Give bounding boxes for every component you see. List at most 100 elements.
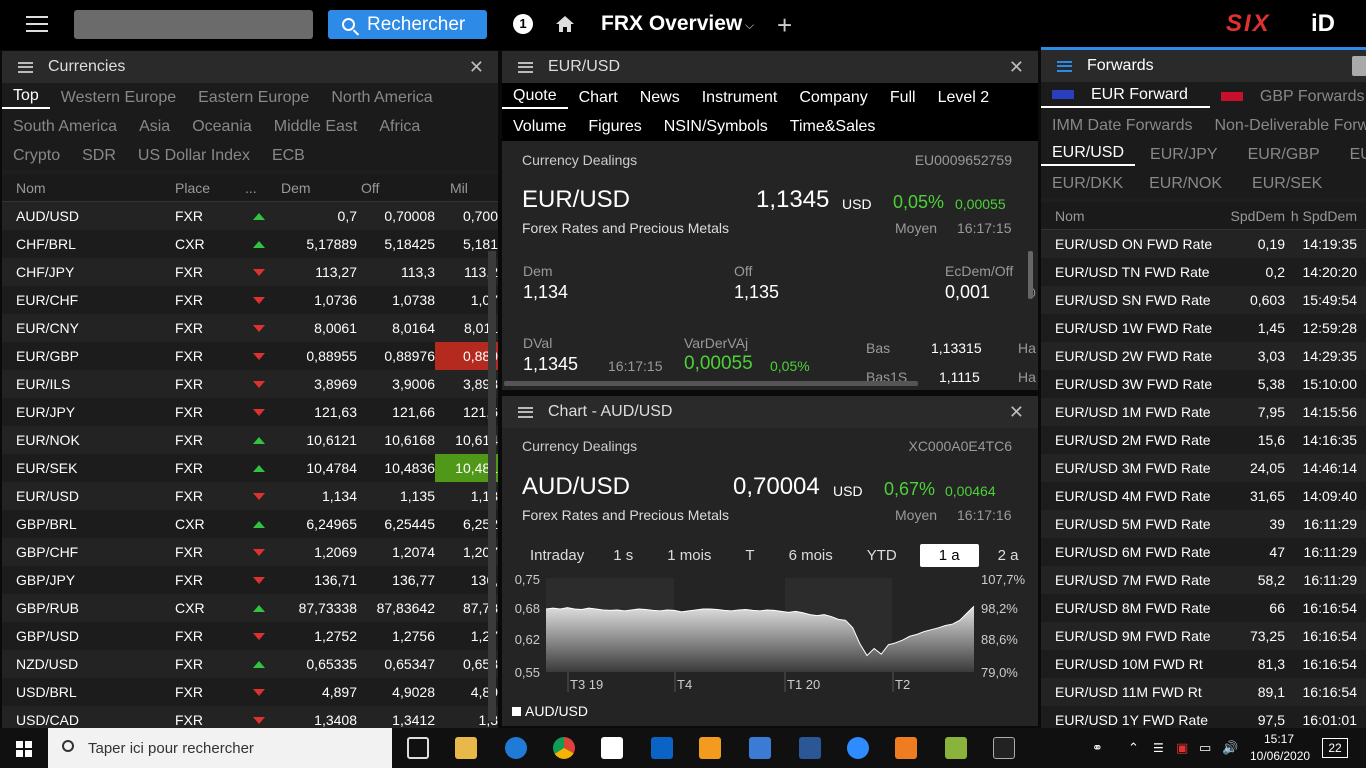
task-view-icon[interactable]: [407, 737, 429, 759]
table-row[interactable]: EUR/USD 1M FWD Rate 7,95 14:15:56: [1041, 398, 1366, 426]
table-row[interactable]: USD/BRL FXR 4,897 4,9028 4,89: [2, 678, 498, 706]
col-off[interactable]: Off: [357, 180, 435, 196]
close-icon[interactable]: ✕: [469, 57, 484, 78]
table-row[interactable]: EUR/USD 10M FWD Rt 81,3 16:16:54: [1041, 650, 1366, 678]
battery-icon[interactable]: ▭: [1199, 740, 1211, 756]
table-row[interactable]: EUR/GBP FXR 0,88955 0,88976 0,889: [2, 342, 498, 370]
panel-option-button[interactable]: [1352, 56, 1366, 76]
tab-eur-dkk[interactable]: EUR/DKK: [1041, 175, 1134, 193]
tab-eur-jpy[interactable]: EUR/JPY: [1135, 146, 1233, 164]
main-menu-icon[interactable]: [26, 16, 48, 32]
scrollbar[interactable]: [488, 251, 496, 721]
xampp-icon[interactable]: [895, 737, 917, 759]
table-row[interactable]: EUR/USD 9M FWD Rate 73,25 16:16:54: [1041, 622, 1366, 650]
chevron-down-icon[interactable]: ⌵: [745, 18, 754, 33]
table-row[interactable]: EUR/USD 7M FWD Rate 58,2 16:11:29: [1041, 566, 1366, 594]
table-row[interactable]: AUD/USD FXR 0,7 0,70008 0,700: [2, 202, 498, 230]
chevron-up-icon[interactable]: ⌃: [1128, 740, 1139, 756]
tab-eur-more[interactable]: EUR/: [1335, 146, 1366, 164]
table-row[interactable]: EUR/SEK FXR 10,4784 10,4836 10,481: [2, 454, 498, 482]
table-row[interactable]: GBP/USD FXR 1,2752 1,2756 1,27: [2, 622, 498, 650]
tab-volume[interactable]: Volume: [502, 118, 577, 136]
tab-nsin-symbols[interactable]: NSIN/Symbols: [653, 118, 779, 136]
period-ytd[interactable]: YTD: [850, 544, 914, 567]
col-mil[interactable]: Mil: [435, 180, 498, 196]
table-row[interactable]: EUR/USD FXR 1,134 1,135 1,13: [2, 482, 498, 510]
tab-news[interactable]: News: [629, 89, 691, 107]
file-explorer-icon[interactable]: [455, 737, 477, 759]
col-nom[interactable]: Nom: [1041, 208, 1217, 224]
add-page-icon[interactable]: +: [777, 10, 792, 41]
period-1s[interactable]: 1 s: [596, 544, 650, 567]
panel-menu-icon[interactable]: [1057, 60, 1072, 72]
col-dem[interactable]: Dem: [281, 180, 357, 196]
close-icon[interactable]: ✕: [1009, 402, 1024, 423]
table-row[interactable]: GBP/CHF FXR 1,2069 1,2074 1,207: [2, 538, 498, 566]
table-row[interactable]: EUR/USD 2M FWD Rate 15,6 14:16:35: [1041, 426, 1366, 454]
terminal-icon[interactable]: [993, 737, 1015, 759]
table-row[interactable]: EUR/USD 4M FWD Rate 31,65 14:09:40: [1041, 482, 1366, 510]
tab-non-deliverable-forwards[interactable]: Non-Deliverable Forwa: [1203, 117, 1366, 135]
col-h-spddem[interactable]: h SpdDem: [1285, 208, 1357, 224]
table-row[interactable]: EUR/USD TN FWD Rate 0,2 14:20:20: [1041, 258, 1366, 286]
people-icon[interactable]: ⚭: [1092, 740, 1103, 756]
tab-eur-usd[interactable]: EUR/USD: [1041, 144, 1136, 166]
col-spddem[interactable]: SpdDem: [1217, 208, 1285, 224]
tab-us-dollar-index[interactable]: US Dollar Index: [127, 147, 261, 165]
home-icon[interactable]: [555, 14, 575, 34]
remote-desktop-icon[interactable]: [749, 737, 771, 759]
table-row[interactable]: EUR/NOK FXR 10,6121 10,6168 10,614: [2, 426, 498, 454]
table-row[interactable]: GBP/RUB CXR 87,73338 87,83642 87,78: [2, 594, 498, 622]
tab-eur-forward[interactable]: EUR Forward: [1041, 86, 1210, 108]
tab-south-america[interactable]: South America: [2, 118, 128, 136]
search-input[interactable]: [74, 10, 313, 39]
zoom-icon[interactable]: [847, 737, 869, 759]
tab-quote[interactable]: Quote: [502, 87, 568, 109]
tab-eur-sek[interactable]: EUR/SEK: [1237, 175, 1337, 193]
tab-imm-date-forwards[interactable]: IMM Date Forwards: [1041, 117, 1203, 135]
table-row[interactable]: GBP/BRL CXR 6,24965 6,25445 6,252: [2, 510, 498, 538]
table-row[interactable]: NZD/USD FXR 0,65335 0,65347 0,653: [2, 650, 498, 678]
col-place[interactable]: Place: [173, 180, 237, 196]
notification-center-badge[interactable]: 22: [1322, 738, 1348, 758]
panel-menu-icon[interactable]: [518, 61, 533, 73]
table-row[interactable]: EUR/USD 6M FWD Rate 47 16:11:29: [1041, 538, 1366, 566]
edge-icon[interactable]: [505, 737, 527, 759]
table-row[interactable]: EUR/CNY FXR 8,0061 8,0164 8,011: [2, 314, 498, 342]
clock-time[interactable]: 15:17: [1264, 732, 1294, 746]
volume-icon[interactable]: 🔊: [1222, 740, 1238, 756]
tab-eur-gbp[interactable]: EUR/GBP: [1233, 146, 1335, 164]
network-icon[interactable]: ☰: [1153, 741, 1164, 755]
tab-western-europe[interactable]: Western Europe: [50, 89, 187, 107]
period-6-mois[interactable]: 6 mois: [772, 544, 850, 567]
tab-ecb[interactable]: ECB: [261, 147, 316, 165]
table-row[interactable]: EUR/USD 3W FWD Rate 5,38 15:10:00: [1041, 370, 1366, 398]
tab-eur-nok[interactable]: EUR/NOK: [1134, 175, 1237, 193]
vertical-scrollbar[interactable]: [1028, 251, 1033, 299]
period-1-a[interactable]: 1 a: [919, 544, 979, 567]
tab-gbp-forwards[interactable]: GBP Forwards: [1210, 88, 1366, 106]
period-intraday[interactable]: Intraday: [518, 544, 596, 567]
table-row[interactable]: EUR/ILS FXR 3,8969 3,9006 3,898: [2, 370, 498, 398]
period-1-mois[interactable]: 1 mois: [650, 544, 728, 567]
table-row[interactable]: EUR/JPY FXR 121,63 121,66 121,6: [2, 398, 498, 426]
tab-company[interactable]: Company: [788, 89, 878, 107]
chrome-icon[interactable]: [553, 737, 575, 759]
price-chart[interactable]: 0,75 0,68 0,62 0,55 107,7% 98,2% 88,6% 79,0% T3 …: [502, 572, 1038, 702]
tab-oceania[interactable]: Oceania: [181, 118, 263, 136]
notification-badge[interactable]: 1: [513, 14, 533, 34]
tab-level-2[interactable]: Level 2: [927, 89, 1001, 107]
table-row[interactable]: EUR/USD ON FWD Rate 0,19 14:19:35: [1041, 230, 1366, 258]
table-row[interactable]: GBP/JPY FXR 136,71 136,77 136,: [2, 566, 498, 594]
clock-date[interactable]: 10/06/2020: [1250, 749, 1310, 763]
panel-menu-icon[interactable]: [18, 61, 33, 73]
close-icon[interactable]: ✕: [1009, 57, 1024, 78]
period-t[interactable]: T: [728, 544, 771, 567]
sublime-icon[interactable]: [699, 737, 721, 759]
table-row[interactable]: EUR/CHF FXR 1,0736 1,0738 1,07: [2, 286, 498, 314]
table-row[interactable]: EUR/USD 2W FWD Rate 3,03 14:29:35: [1041, 342, 1366, 370]
horizontal-scrollbar[interactable]: [504, 381, 918, 386]
tab-crypto[interactable]: Crypto: [2, 147, 71, 165]
page-title[interactable]: FRX Overview: [601, 12, 742, 36]
table-row[interactable]: CHF/JPY FXR 113,27 113,3 113,2: [2, 258, 498, 286]
